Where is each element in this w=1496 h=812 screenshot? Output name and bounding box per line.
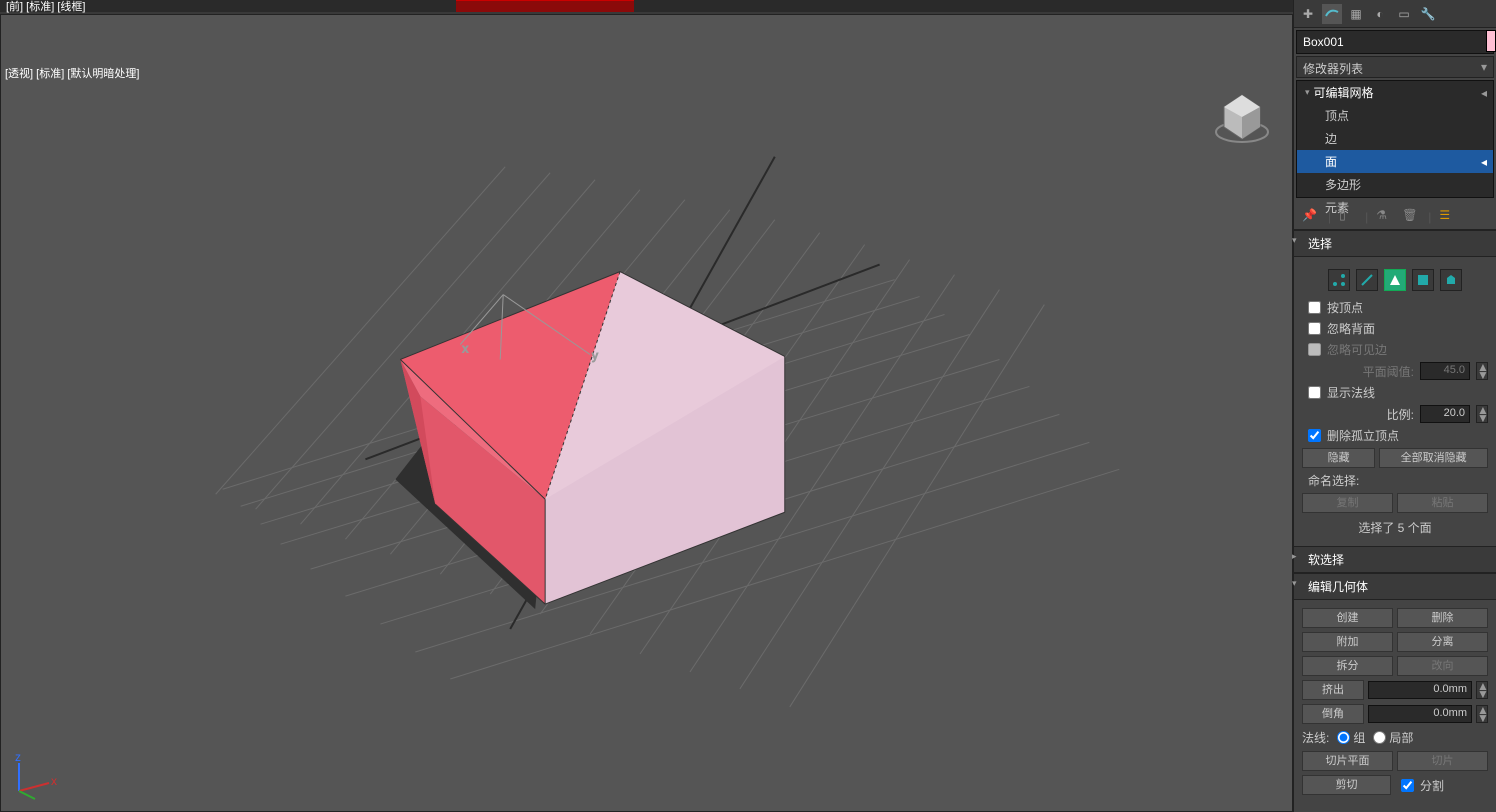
chamfer-spinner[interactable]: 0.0mm [1368,705,1472,723]
svg-text:y: y [592,348,598,362]
show-end-result-icon[interactable]: ▯ [1339,208,1357,226]
utilities-tab-icon[interactable]: 🔧 [1418,4,1438,24]
so-vertex-icon[interactable] [1328,269,1350,291]
top-viewport-strip: [前] [标准] [线框] [0,0,1293,12]
plane-threshold-arrows: ▲▼ [1476,362,1488,380]
rollout-selection-header[interactable]: 选择 [1294,230,1496,257]
motion-tab-icon[interactable]: ◐ [1370,4,1390,24]
configure-sets-icon[interactable]: ☰ [1439,208,1457,226]
attach-button[interactable]: 附加 [1302,632,1393,652]
modify-tab-icon[interactable] [1322,4,1342,24]
so-edge-icon[interactable] [1356,269,1378,291]
pin-stack-icon[interactable]: 📌 [1302,208,1320,226]
normal-local-radio[interactable]: 局部 [1373,729,1413,746]
plane-threshold-spinner: 45.0 [1420,362,1470,380]
timeline-red-segment[interactable] [456,0,634,12]
normal-scale-row: 比例: 20.0 ▲▼ [1302,403,1488,425]
stack-sub-polygon[interactable]: 多边形 [1297,173,1493,196]
rollout-selection-body: 按顶点 忽略背面 忽略可见边 平面阈值: 45.0 ▲▼ 显示法线 比例: 20… [1294,257,1496,546]
svg-text:x: x [51,774,57,788]
so-polygon-icon[interactable] [1412,269,1434,291]
slice-plane-button[interactable]: 切片平面 [1302,751,1393,771]
normal-group-radio[interactable]: 组 [1337,729,1365,746]
normal-mode-row: 法线: 组 局部 [1302,726,1488,749]
chamfer-button[interactable]: 倒角 [1302,704,1364,724]
hide-button[interactable]: 隐藏 [1302,448,1375,468]
show-normals-checkbox[interactable]: 显示法线 [1302,382,1488,403]
slice-button: 切片 [1397,751,1488,771]
modifier-list-dropdown[interactable]: 修改器列表 [1296,56,1494,78]
normal-scale-spinner[interactable]: 20.0 [1420,405,1470,423]
modifier-stack[interactable]: 可编辑网格 顶点 边 面 多边形 元素 [1296,80,1494,198]
object-name-field[interactable]: Box001 [1296,30,1494,54]
stack-sub-vertex[interactable]: 顶点 [1297,104,1493,127]
create-button[interactable]: 创建 [1302,608,1393,628]
delete-iso-verts-checkbox[interactable]: 删除孤立顶点 [1302,425,1488,446]
extrude-spinner[interactable]: 0.0mm [1368,681,1472,699]
extrude-button[interactable]: 挤出 [1302,680,1364,700]
command-panel: ✚ ▦ ◐ ▭ 🔧 Box001 修改器列表 可编辑网格 顶点 边 面 多边形 … [1293,0,1496,812]
delete-button[interactable]: 删除 [1397,608,1488,628]
object-color-swatch[interactable] [1486,30,1496,52]
axis-gizmo: z x [9,753,57,801]
detach-button[interactable]: 分离 [1397,632,1488,652]
plane-threshold-row: 平面阈值: 45.0 ▲▼ [1302,360,1488,382]
selection-status: 选择了 5 个面 [1302,515,1488,540]
display-tab-icon[interactable]: ▭ [1394,4,1414,24]
stack-sub-edge[interactable]: 边 [1297,127,1493,150]
so-face-icon[interactable] [1384,269,1406,291]
create-tab-icon[interactable]: ✚ [1298,4,1318,24]
perspective-viewport[interactable]: [透视] [标准] [默认明暗处理] [0,14,1293,812]
ignore-visible-edge-checkbox: 忽略可见边 [1302,339,1488,360]
svg-text:x: x [462,341,468,355]
viewport-3d-scene: x y [1,15,1292,812]
subobject-level-icons [1302,263,1488,297]
extrude-arrows[interactable]: ▲▼ [1476,681,1488,699]
hierarchy-tab-icon[interactable]: ▦ [1346,4,1366,24]
remove-modifier-icon[interactable]: 🗑 [1402,208,1420,226]
split-button[interactable]: 拆分 [1302,656,1393,676]
command-panel-tabs: ✚ ▦ ◐ ▭ 🔧 [1294,0,1496,28]
make-unique-icon[interactable]: ⚗ [1376,208,1394,226]
normal-scale-arrows[interactable]: ▲▼ [1476,405,1488,423]
split-checkbox[interactable]: 分割 [1395,775,1488,796]
top-viewport-label[interactable]: [前] [标准] [线框] [6,0,85,14]
by-vertex-checkbox[interactable]: 按顶点 [1302,297,1488,318]
stack-root-editable-mesh[interactable]: 可编辑网格 [1297,81,1493,104]
unhide-all-button[interactable]: 全部取消隐藏 [1379,448,1488,468]
paste-named-sel-button: 粘贴 [1397,493,1488,513]
viewcube[interactable] [1212,87,1272,147]
cut-button[interactable]: 剪切 [1302,775,1391,795]
rollout-soft-selection-header[interactable]: 软选择 [1294,546,1496,573]
svg-text:z: z [15,753,21,764]
rollout-edit-geometry-body: 创建 删除 附加 分离 拆分 改向 挤出 0.0mm ▲▼ 倒角 0.0mm ▲… [1294,600,1496,804]
ignore-backface-checkbox[interactable]: 忽略背面 [1302,318,1488,339]
rollout-edit-geometry-header[interactable]: 编辑几何体 [1294,573,1496,600]
stack-sub-face[interactable]: 面 [1297,150,1493,173]
copy-named-sel-button: 复制 [1302,493,1393,513]
reverse-button: 改向 [1397,656,1488,676]
so-element-icon[interactable] [1440,269,1462,291]
named-selection-label: 命名选择: [1302,470,1488,491]
chamfer-arrows[interactable]: ▲▼ [1476,705,1488,723]
